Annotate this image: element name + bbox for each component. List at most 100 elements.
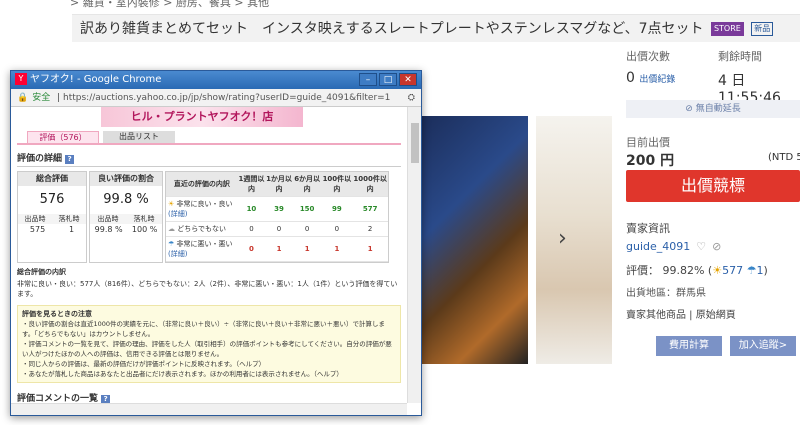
block-icon[interactable]: ⊘ bbox=[712, 240, 721, 253]
auction-panel: 出價次數 0 出價紀錄 剩餘時間 4 日 11:55:46 ⊘ 無自動延長 目前… bbox=[618, 44, 800, 364]
product-thumbnail[interactable] bbox=[536, 116, 612, 364]
secure-label: 安全 bbox=[32, 93, 51, 103]
recent-breakdown: 直近の評価の内訳 1週間以内 1か月以内 6か月以内 100件以内 1000件以… bbox=[165, 171, 389, 263]
new-badge: 新品 bbox=[751, 22, 774, 36]
table-row: ☂ 非常に悪い・悪い (詳細) 0 1 1 1 1 bbox=[166, 236, 388, 262]
chrome-popup-window[interactable]: Y ヤフオク! - Google Chrome – □ ✕ 🔒 安全 | https… bbox=[10, 70, 422, 416]
store-banner[interactable]: ヒル・プラントヤフオク！店 bbox=[101, 107, 303, 127]
cell: 0 bbox=[265, 221, 293, 237]
help-icon[interactable]: ? bbox=[101, 395, 111, 403]
seller-rating: 評價： 99.82% (☀577 ☂1) bbox=[626, 264, 768, 277]
sun-icon: ☀ bbox=[712, 264, 723, 277]
period-4: 100件以内 bbox=[321, 172, 353, 197]
bid-history-link[interactable]: 出價紀錄 bbox=[639, 75, 675, 85]
good-ratio-box: 良い評価の割合 99.8 % 出品時 落札時 99.8 % 100 % bbox=[89, 171, 163, 263]
current-price-label: 目前出價 bbox=[626, 136, 670, 149]
umbrella-icon: ☂ bbox=[168, 240, 175, 248]
bid-button[interactable]: 出價競標 bbox=[626, 170, 800, 202]
note-item: ・評価コメントの一覧を見て、評価の理由、評価をした人（取引相手）の評価ポイントも… bbox=[22, 340, 392, 358]
breadcrumb[interactable]: > 雜貨・室內裝修 > 廚房、餐具 > 其他 bbox=[70, 0, 269, 10]
notes-heading: 評価を見るときの注意 bbox=[22, 310, 92, 318]
fee-calc-button[interactable]: 費用計算 bbox=[656, 336, 722, 356]
cell: 150 bbox=[292, 196, 322, 222]
period-5: 1000件以内 bbox=[352, 172, 388, 197]
overall-sub-values: 575 1 bbox=[29, 225, 75, 234]
page-title-text: 訳あり雑貨まとめてセット インスタ映えするスレートプレートやステンレスマグなど、… bbox=[80, 21, 704, 37]
period-1: 1週間以内 bbox=[237, 172, 266, 197]
cell: 2 bbox=[352, 221, 388, 237]
window-titlebar[interactable]: Y ヤフオク! - Google Chrome – □ ✕ bbox=[11, 71, 421, 89]
close-icon[interactable]: ✕ bbox=[399, 73, 417, 86]
note-item: ・あなたが落札した商品はあなたと出品者にだけ表示されます。ほかの利用者には表示さ… bbox=[22, 370, 343, 378]
bids-box: 出價次數 0 出價紀錄 bbox=[626, 48, 712, 86]
cell: 0 bbox=[292, 221, 322, 237]
table-row: ☀ 非常に良い・良い (詳細) 10 39 150 99 577 bbox=[166, 196, 388, 222]
overall-sub-head: 出品時 落札時 bbox=[18, 214, 86, 224]
next-arrow-icon[interactable]: › bbox=[558, 226, 567, 251]
note-item: ・良い評価の割合は直近1000件の実績を元に、（非常に良い＋良い）÷（非常に良い… bbox=[22, 320, 386, 338]
maximize-icon[interactable]: □ bbox=[379, 73, 397, 86]
cloud-icon: ☁ bbox=[168, 225, 175, 233]
seller-name-link[interactable]: guide_4091 ♡ ⊘ bbox=[626, 240, 721, 253]
overall-value: 576 bbox=[39, 192, 65, 207]
cell: 0 bbox=[237, 236, 266, 262]
translate-icon[interactable]: ⛭ bbox=[408, 89, 415, 107]
seller-info-title: 賣家資訊 bbox=[626, 222, 670, 235]
lock-icon: 🔒 bbox=[17, 93, 29, 103]
recent-header: 直近の評価の内訳 bbox=[166, 172, 238, 197]
rating-notes: 評価を見るときの注意 ・良い評価の割合は直近1000件の実績を元に、（非常に良い… bbox=[17, 305, 401, 383]
product-photo[interactable] bbox=[420, 116, 528, 364]
ratio-sub-head: 出品時 落札時 bbox=[90, 214, 162, 224]
time-label: 剩餘時間 bbox=[718, 50, 762, 63]
period-2: 1か月以内 bbox=[265, 172, 293, 197]
breakdown-text: 非常に良い・良い：577人（816件）、どちらでもない：2人（2件）、非常に悪い… bbox=[17, 280, 398, 298]
rating-summary: 総合評価 576 出品時 落札時 575 1 良い評価の割合 99.8 % 出品時落… bbox=[17, 171, 401, 263]
umbrella-icon: ☂ bbox=[746, 264, 757, 277]
seller-other-links[interactable]: 賣家其他商品 | 原始網頁 bbox=[626, 306, 736, 321]
note-item: ・同じ人からの評価は、最新の評価だけが評価ポイントに反映されます。（ヘルプ） bbox=[22, 360, 266, 368]
scroll-thumb[interactable] bbox=[411, 123, 419, 163]
cell: 99 bbox=[321, 196, 353, 222]
cell: 0 bbox=[321, 221, 353, 237]
watch-button[interactable]: 加入追蹤> bbox=[730, 336, 796, 356]
tab-rating[interactable]: 評価（576） bbox=[27, 131, 99, 143]
time-box: 剩餘時間 4 日 11:55:46 bbox=[718, 48, 800, 106]
cell: 577 bbox=[352, 196, 388, 222]
cell: 1 bbox=[352, 236, 388, 262]
cell: 10 bbox=[237, 196, 266, 222]
minimize-icon[interactable]: – bbox=[359, 73, 377, 86]
heart-icon[interactable]: ♡ bbox=[696, 240, 706, 253]
window-controls: – □ ✕ bbox=[359, 73, 417, 86]
auto-extend-note: ⊘ 無自動延長 bbox=[626, 100, 800, 118]
ship-location: 出貨地區：群馬県 bbox=[626, 288, 706, 299]
vertical-scrollbar[interactable] bbox=[407, 107, 421, 403]
yahoo-icon: Y bbox=[15, 73, 27, 85]
cell: 1 bbox=[292, 236, 322, 262]
detail-link[interactable]: (詳細) bbox=[168, 210, 187, 218]
good-ratio-value: 99.8 % bbox=[103, 192, 149, 207]
good-ratio-label: 良い評価の割合 bbox=[90, 172, 162, 186]
page-title: 訳あり雑貨まとめてセット インスタ映えするスレートプレートやステンレスマグなど、… bbox=[72, 14, 800, 42]
detail-link[interactable]: (詳細) bbox=[168, 250, 187, 258]
period-3: 6か月以内 bbox=[292, 172, 322, 197]
overall-label: 総合評価 bbox=[18, 172, 86, 186]
rating-tabs: 評価（576） 出品リスト bbox=[17, 131, 401, 145]
tab-listing[interactable]: 出品リスト bbox=[103, 131, 175, 143]
address-bar[interactable]: 🔒 安全 | https://auctions.yahoo.co.jp/jp/sh… bbox=[11, 89, 421, 107]
ratio-sub-values: 99.8 % 100 % bbox=[94, 225, 158, 234]
details-heading: 評価の詳細 ? bbox=[17, 151, 401, 167]
cell: 1 bbox=[321, 236, 353, 262]
recent-table: 直近の評価の内訳 1週間以内 1か月以内 6か月以内 100件以内 1000件以… bbox=[166, 172, 388, 262]
url-text[interactable]: https://auctions.yahoo.co.jp/jp/show/rat… bbox=[63, 93, 390, 103]
ntd-price: (NTD 5 bbox=[768, 152, 800, 163]
horizontal-scrollbar[interactable] bbox=[11, 403, 407, 415]
popup-content: ヒル・プラントヤフオク！店 評価（576） 出品リスト 評価の詳細 ? 総合評価… bbox=[11, 107, 407, 403]
window-title: ヤフオク! - Google Chrome bbox=[30, 74, 162, 85]
store-badge: STORE bbox=[710, 22, 744, 36]
help-icon[interactable]: ? bbox=[65, 155, 75, 164]
overall-box: 総合評価 576 出品時 落札時 575 1 bbox=[17, 171, 87, 263]
cell: 0 bbox=[237, 221, 266, 237]
table-row: ☁ どちらでもない 0 0 0 0 2 bbox=[166, 221, 388, 237]
cell: 1 bbox=[265, 236, 293, 262]
comments-heading: 評価コメントの一覧 ? bbox=[17, 391, 401, 403]
